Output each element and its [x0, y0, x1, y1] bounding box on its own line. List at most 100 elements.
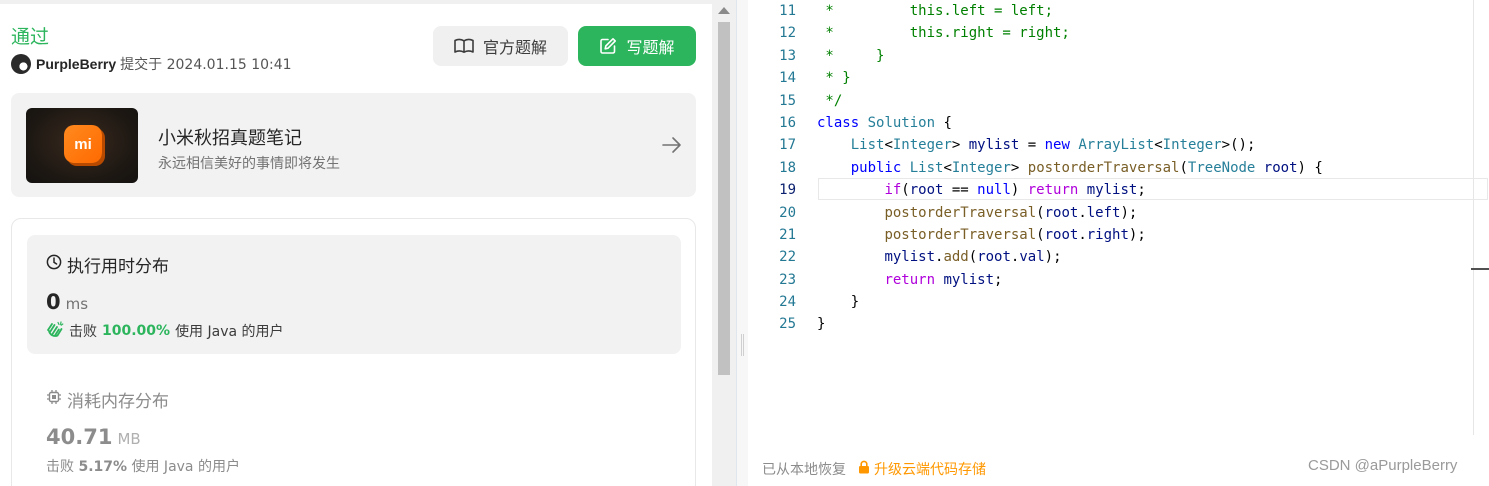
code-token: return	[1027, 182, 1079, 199]
upgrade-storage-link[interactable]: 升级云端代码存储	[858, 459, 986, 479]
editor-footer: 已从本地恢复 升级云端代码存储	[762, 459, 986, 479]
code-token: }	[817, 294, 860, 311]
username-link[interactable]: PurpleBerry	[36, 56, 116, 72]
line-number: 14	[779, 70, 796, 87]
code-token: .	[1078, 226, 1087, 243]
restore-status: 已从本地恢复	[762, 462, 846, 478]
code-token: * this.right = right;	[817, 25, 1070, 42]
runtime-unit: ms	[65, 295, 89, 313]
code-line[interactable]: postorderTraversal(root.left);	[817, 202, 1323, 224]
official-solution-button[interactable]: 官方题解	[433, 26, 568, 66]
code-token: * }	[817, 47, 885, 64]
code-line[interactable]: * }	[817, 45, 1323, 67]
code-line[interactable]: }	[817, 313, 1323, 335]
code-token: postorderTraversal	[1027, 159, 1180, 176]
runtime-card[interactable]: 执行用时分布 0 ms 击败 100.00% 使用 Java 的用户	[27, 235, 681, 354]
code-line[interactable]: public List<Integer> postorderTraversal(…	[817, 157, 1323, 179]
code-line[interactable]: }	[817, 291, 1323, 313]
code-token: * }	[817, 70, 851, 87]
line-number: 12	[779, 25, 796, 42]
runtime-beat-suffix: 使用 Java 的用户	[175, 324, 284, 340]
promo-card[interactable]: mi 小米秋招真题笔记 永远相信美好的事情即将发生	[11, 93, 696, 197]
write-solution-label: 写题解	[626, 38, 675, 57]
code-line[interactable]: return mylist;	[817, 269, 1323, 291]
code-line[interactable]: if(root == null) return mylist;	[817, 179, 1323, 201]
code-line[interactable]: * this.right = right;	[817, 22, 1323, 44]
code-token: Integer	[951, 159, 1011, 176]
memory-beat-label: 击败	[46, 459, 74, 475]
code-token: (	[968, 249, 978, 266]
code-line[interactable]: */	[817, 90, 1323, 112]
scroll-up-arrow-icon[interactable]	[718, 7, 730, 14]
line-number: 20	[779, 204, 796, 221]
code-line[interactable]: List<Integer> mylist = new ArrayList<Int…	[817, 134, 1323, 156]
code-line[interactable]: * }	[817, 67, 1323, 89]
memory-value: 40.71 MB	[46, 425, 141, 449]
code-token: >	[951, 137, 969, 154]
clock-icon	[46, 254, 62, 275]
code-token: postorderTraversal	[884, 226, 1037, 243]
code-token: right	[1086, 226, 1129, 243]
runtime-value: 0 ms	[46, 290, 88, 314]
panel-top-strip	[0, 0, 712, 4]
line-number: 23	[779, 271, 796, 288]
code-editor[interactable]: 11 12 13 14 15 16 17 18 19 20 21 22 23 24 25 * this.le…	[748, 0, 1489, 486]
promo-image: mi	[26, 108, 138, 183]
avatar[interactable]	[11, 54, 31, 74]
editor-overview-ruler[interactable]	[1473, 0, 1474, 435]
promo-title: 小米秋招真题笔记	[158, 128, 302, 149]
arrow-right-icon[interactable]	[662, 136, 682, 158]
submission-status: 通过	[11, 26, 50, 48]
write-solution-button[interactable]: 写题解	[578, 26, 696, 66]
code-token: );	[1044, 249, 1062, 266]
code-token: postorderTraversal	[884, 204, 1037, 221]
panel-resize-divider[interactable]	[736, 0, 748, 486]
code-token: mylist	[968, 137, 1020, 154]
code-token: root	[977, 249, 1011, 266]
code-token: ;	[994, 271, 1003, 288]
code-token: public	[850, 159, 902, 176]
code-token: >();	[1221, 137, 1256, 154]
submission-panel: 通过 PurpleBerry 提交于 2024.01.15 10:41 官方题解…	[0, 0, 712, 486]
code-token: )	[1010, 182, 1028, 199]
submitted-time: 提交于 2024.01.15 10:41	[120, 57, 292, 73]
code-token: (	[1036, 226, 1045, 243]
line-number: 11	[779, 3, 796, 19]
csdn-watermark: CSDN @aPurpleBerry	[1308, 457, 1458, 474]
code-content[interactable]: * this.left = left; * this.right = right…	[817, 0, 1323, 336]
code-token: root	[1044, 204, 1079, 221]
line-number: 24	[779, 294, 796, 311]
code-token: TreeNode	[1187, 159, 1256, 176]
code-line[interactable]: class Solution {	[817, 112, 1323, 134]
code-line[interactable]: mylist.add(root.val);	[817, 246, 1323, 268]
drag-handle-icon[interactable]	[741, 334, 744, 356]
code-token: root	[1263, 159, 1298, 176]
scrollbar-thumb[interactable]	[718, 22, 730, 375]
code-line[interactable]: * this.left = left;	[817, 0, 1323, 22]
left-panel-scrollbar[interactable]	[712, 0, 736, 486]
line-number: 13	[779, 47, 796, 64]
code-token: =	[1019, 137, 1045, 154]
code-token: return	[884, 271, 936, 288]
code-token: ArrayList	[1078, 137, 1155, 154]
memory-beat-suffix: 使用 Java 的用户	[131, 459, 240, 475]
code-token: (	[901, 182, 910, 199]
memory-title[interactable]: 消耗内存分布	[46, 387, 169, 412]
memory-unit: MB	[117, 430, 141, 448]
code-token: root	[909, 182, 944, 199]
lock-icon	[858, 460, 870, 478]
code-token: {	[935, 114, 952, 131]
code-token: ) {	[1297, 159, 1323, 176]
submitter-info: PurpleBerry 提交于 2024.01.15 10:41	[11, 54, 292, 74]
upgrade-storage-label: 升级云端代码存储	[874, 462, 986, 478]
code-token: (	[1179, 159, 1188, 176]
code-token: List	[909, 159, 944, 176]
line-number: 16	[779, 114, 796, 131]
code-line[interactable]: postorderTraversal(root.right);	[817, 224, 1323, 246]
